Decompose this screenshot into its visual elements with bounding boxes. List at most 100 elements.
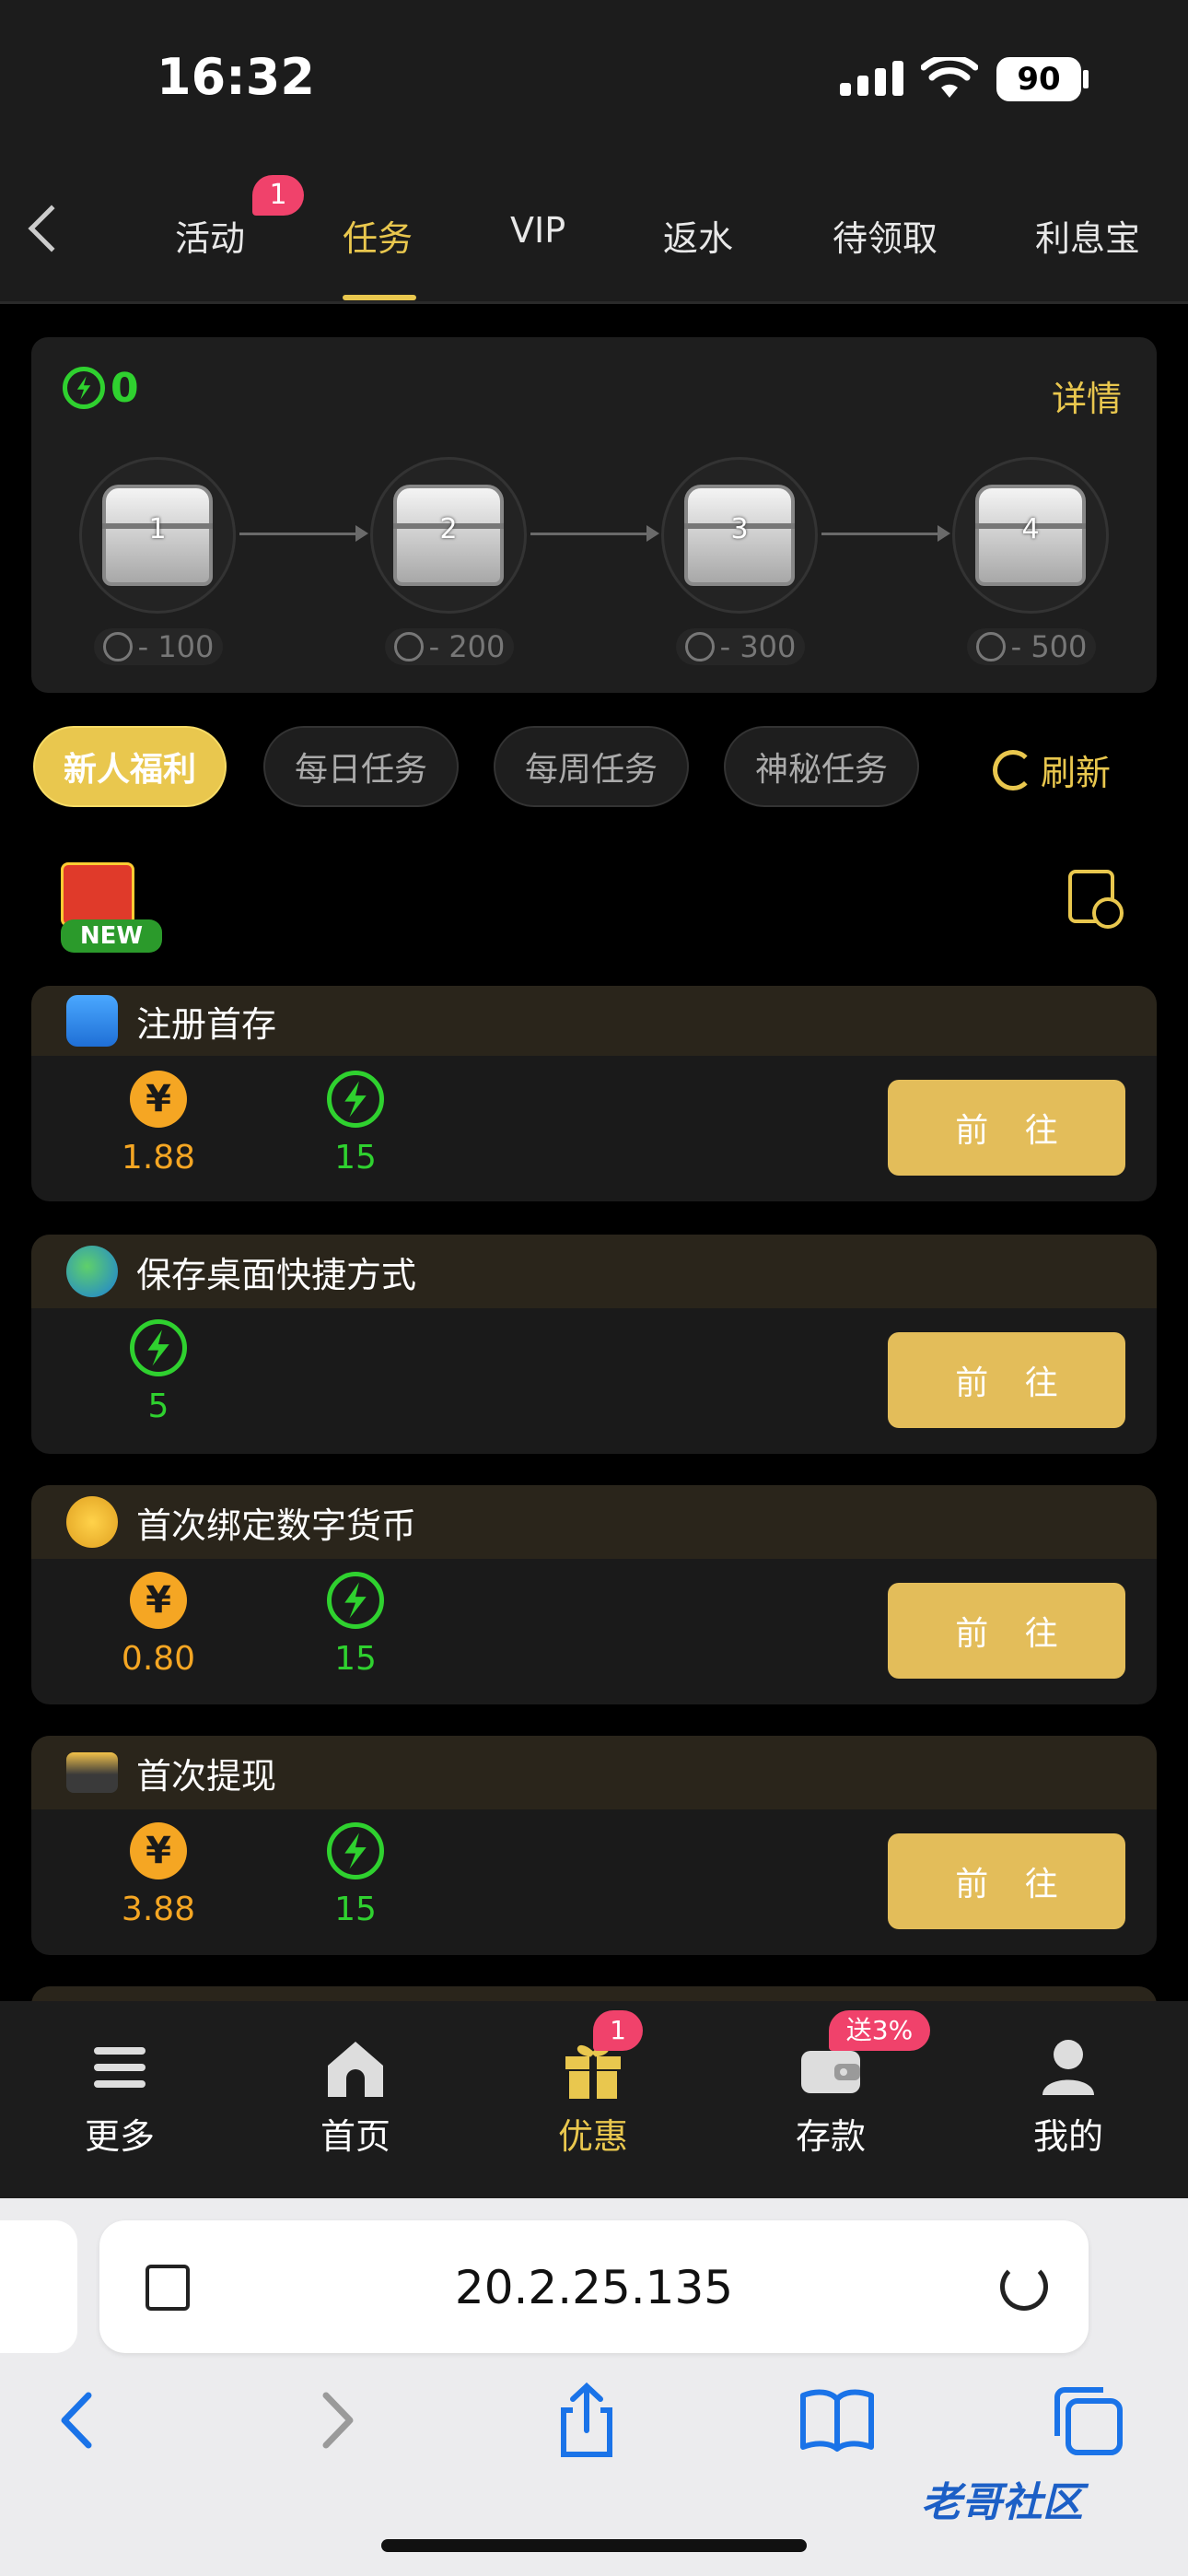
task-header: 首次绑定数字货币 [31,1485,1157,1559]
energy-reward: 5 [94,1319,223,1425]
cellular-signal-icon [840,61,903,96]
yen-coin-icon: ¥ [130,1822,187,1879]
bookmarks-icon[interactable] [796,2379,879,2462]
tab-vip[interactable]: VIP [510,210,565,251]
chest-number: 2 [439,513,458,545]
watermark-logo: 老哥社区 [921,2479,1083,2526]
tab-interest[interactable]: 利息宝 [1035,210,1140,261]
tab-rebate[interactable]: 返水 [663,210,733,261]
globe-link-icon [66,1246,118,1297]
tab-home[interactable]: 首页 [291,2034,420,2159]
task-title: 首次提现 [136,1755,277,1797]
gift-box [61,862,134,927]
energy-reward-value: 5 [147,1388,169,1425]
tab-deposit[interactable]: 存款 [766,2034,895,2159]
filter-newbie[interactable]: 新人福利 [33,726,227,807]
tab-promotions[interactable]: 优惠 [529,2034,658,2159]
energy-score: 0 [111,365,139,412]
wallet-deposit-icon [66,995,118,1047]
tab-more-label: 更多 [84,2116,155,2157]
tab-profile[interactable]: 我的 [1004,2034,1133,2159]
tab-activity[interactable]: 活动 [175,210,245,261]
yen-coin-icon: ¥ [130,1572,187,1629]
battery-icon: 90 [996,57,1081,101]
refresh-label: 刷新 [1041,753,1112,793]
chest-cost: - 200 [385,628,514,665]
filter-mystery[interactable]: 神秘任务 [724,726,919,807]
chest-cost: - 500 [967,628,1096,665]
back-chevron-icon[interactable] [28,205,76,252]
energy-bolt-icon [327,1822,384,1879]
browser-forward-icon[interactable] [295,2379,378,2462]
chest-4[interactable]: 4 [952,457,1109,614]
task-header: 注册首存 [31,986,1157,1056]
go-button[interactable]: 前 往 [888,1833,1125,1929]
browser-back-icon[interactable] [37,2379,120,2462]
address-bar[interactable]: 20.2.25.135 [99,2220,1089,2353]
energy-reward: 15 [291,1822,420,1928]
chest-1[interactable]: 1 [79,457,236,614]
previous-tab-card[interactable] [0,2220,77,2353]
top-nav: 活动 1 任务 VIP 返水 待领取 利息宝 [0,157,1188,304]
battery-cap [1083,70,1089,88]
user-icon [1035,2034,1101,2101]
cash-reward: ¥ 1.88 [94,1071,223,1177]
cash-reward-value: 3.88 [121,1891,196,1928]
energy-bolt-icon [327,1071,384,1128]
tab-deposit-label: 存款 [795,2116,866,2157]
progress-arrow [821,525,950,542]
chest-cost-value: - 500 [1010,629,1088,664]
energy-bolt-icon [63,367,105,409]
filter-weekly[interactable]: 每周任务 [494,726,689,807]
refresh-button[interactable]: 刷新 [993,744,1111,795]
tab-profile-label: 我的 [1032,2116,1103,2157]
energy-reward-value: 15 [334,1139,377,1177]
chest-number: 1 [148,513,167,545]
tab-more[interactable]: 更多 [55,2034,184,2159]
go-button[interactable]: 前 往 [888,1332,1125,1428]
filter-daily[interactable]: 每日任务 [263,726,459,807]
chest-3[interactable]: 3 [661,457,818,614]
cash-reward-value: 1.88 [121,1139,196,1177]
bottom-tab-bar: 更多 首页 优惠 1 存款 送3% 我的 [0,2001,1188,2198]
active-tab-indicator [343,295,416,300]
energy-reward: 15 [291,1572,420,1678]
go-button[interactable]: 前 往 [888,1583,1125,1679]
energy-reward-value: 15 [334,1640,377,1678]
task-card: 首次提现 ¥ 3.88 15 前 往 [31,1736,1157,1955]
chest-cost: - 100 [94,628,223,665]
share-icon[interactable] [545,2379,628,2462]
tab-tasks[interactable]: 任务 [343,210,413,261]
energy-bolt-icon [684,632,715,662]
url-text: 20.2.25.135 [454,2261,734,2314]
yen-coin-icon: ¥ [130,1071,187,1128]
task-header: 保存桌面快捷方式 [31,1235,1157,1308]
energy-bolt-icon [393,632,424,662]
details-link[interactable]: 详情 [1052,370,1122,421]
tabs-icon[interactable] [1046,2379,1129,2462]
go-button[interactable]: 前 往 [888,1080,1125,1176]
energy-reward: 15 [291,1071,420,1177]
energy-card: 0 详情 1 2 3 4 - 100 - 200 - 300 - 500 [31,337,1157,693]
tab-pending[interactable]: 待领取 [833,210,938,261]
menu-icon [87,2034,153,2101]
chest-2[interactable]: 2 [370,457,527,614]
energy-bolt-icon [327,1572,384,1629]
progress-arrow [239,525,368,542]
task-card: 注册首存 ¥ 1.88 15 前 往 [31,986,1157,1201]
chest-cost-value: - 100 [137,629,215,664]
deposit-bonus-badge: 送3% [829,2010,930,2051]
chest-cost-value: - 200 [428,629,506,664]
promotions-badge: 1 [593,2010,643,2051]
energy-bolt-icon [102,632,133,662]
energy-bolt-icon [130,1319,187,1376]
energy-reward-value: 15 [334,1891,377,1928]
task-card: 首次绑定数字货币 ¥ 0.80 15 前 往 [31,1485,1157,1704]
reload-icon[interactable] [1000,2263,1048,2311]
energy-bolt-icon [975,632,1006,662]
task-title: 注册首存 [136,1003,277,1045]
task-history-icon[interactable] [1068,870,1124,929]
chest-number: 3 [730,513,749,545]
tab-home-label: 首页 [320,2116,390,2157]
status-time: 16:32 [157,48,315,106]
